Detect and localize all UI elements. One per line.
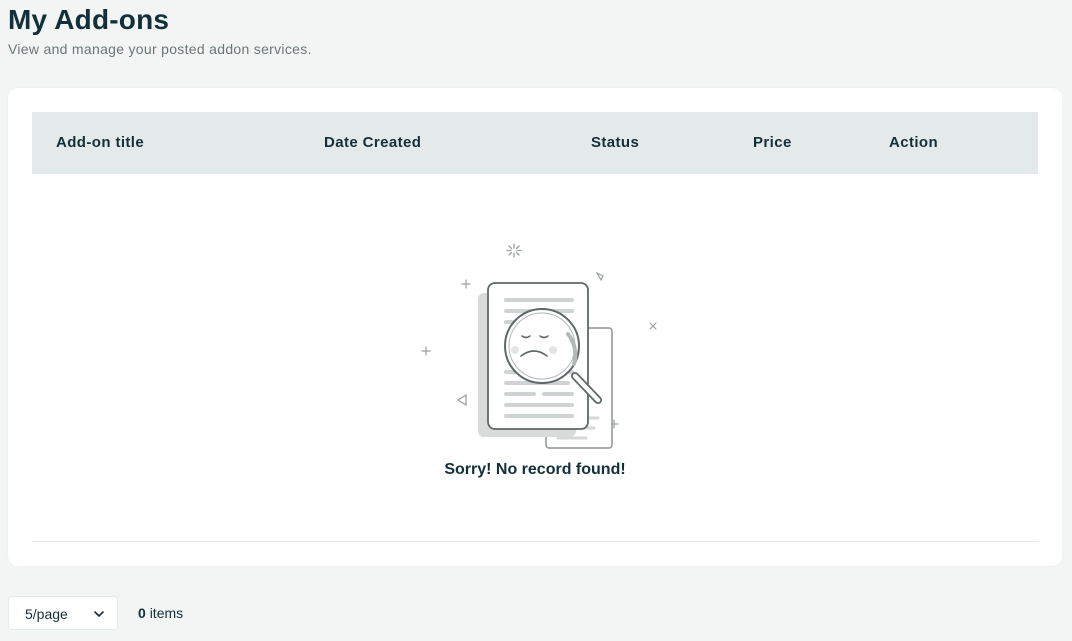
table-header-row: Add-on title Date Created Status Price A… — [32, 112, 1038, 174]
empty-state: Sorry! No record found! — [8, 238, 1062, 488]
chevron-down-icon — [94, 611, 104, 617]
page-title: My Add-ons — [8, 4, 170, 35]
items-count-label: items — [149, 605, 184, 621]
column-header-action[interactable]: Action — [889, 112, 938, 174]
items-count-number: 0 — [138, 605, 146, 621]
addons-table-card: Add-on title Date Created Status Price A… — [8, 88, 1062, 566]
page-subtitle: View and manage your posted addon servic… — [8, 41, 312, 57]
column-header-status[interactable]: Status — [591, 112, 639, 174]
table-divider — [32, 541, 1038, 542]
page-header: My Add-ons View and manage your posted a… — [8, 3, 312, 57]
page-size-select[interactable]: 5/page — [8, 596, 118, 630]
column-header-date-created[interactable]: Date Created — [324, 112, 421, 174]
column-header-title[interactable]: Add-on title — [56, 112, 144, 174]
pagination-bar: 5/page 0 items — [8, 596, 608, 632]
document-magnifier-sad-icon — [421, 243, 657, 449]
empty-state-message: Sorry! No record found! — [444, 461, 626, 478]
page-size-value: 5/page — [25, 606, 68, 622]
column-header-price[interactable]: Price — [753, 112, 792, 174]
items-count: 0 items — [138, 596, 183, 630]
